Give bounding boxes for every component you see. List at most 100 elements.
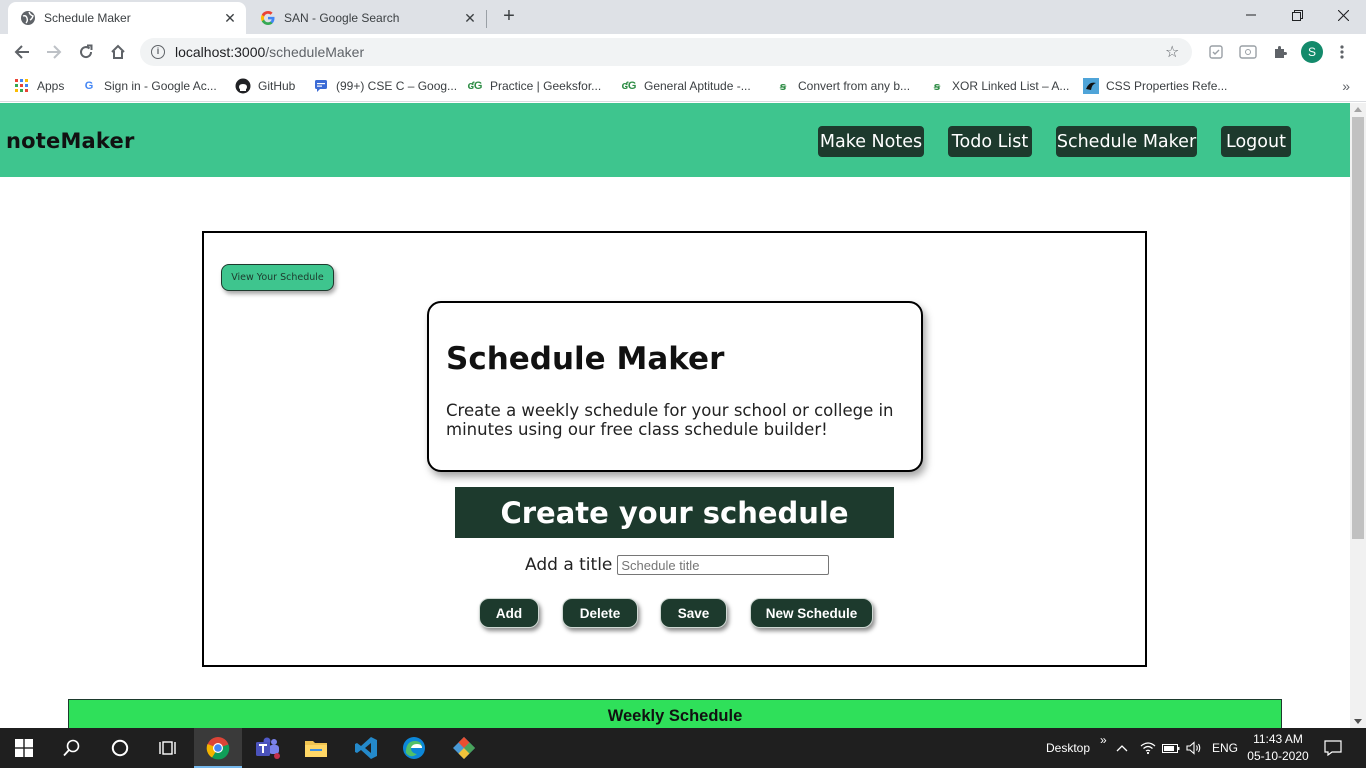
- desktop-more-icon[interactable]: »: [1100, 733, 1107, 747]
- profile-avatar[interactable]: S: [1301, 41, 1323, 63]
- url-host: localhost:3000: [175, 44, 266, 60]
- puzzle-extensions-icon[interactable]: [1270, 42, 1290, 62]
- search-button[interactable]: [48, 728, 96, 768]
- close-window-button[interactable]: [1320, 0, 1366, 30]
- google-icon: [260, 10, 276, 26]
- teams-icon: [256, 737, 280, 759]
- clock-time: 11:43 AM: [1253, 732, 1303, 746]
- volume-icon[interactable]: [1186, 728, 1202, 768]
- notifications-icon[interactable]: [1324, 728, 1342, 768]
- back-button[interactable]: [8, 38, 36, 66]
- url-path: /scheduleMaker: [265, 44, 365, 60]
- close-tab-icon[interactable]: ✕: [222, 10, 238, 26]
- forward-button[interactable]: [40, 38, 68, 66]
- geeksforgeeks-icon: ꞩ: [779, 80, 787, 93]
- tab-schedule-maker[interactable]: Schedule Maker ✕: [8, 2, 246, 34]
- battery-icon[interactable]: [1162, 728, 1180, 768]
- tab-title: Schedule Maker: [44, 11, 131, 25]
- bookmark-label: Convert from any b...: [798, 79, 911, 93]
- tab-google-search[interactable]: SAN - Google Search ✕: [248, 2, 486, 34]
- bookmark-geeksforgeeks-practice[interactable]: ʛG Practice | Geeksfor...: [467, 76, 601, 96]
- create-schedule-heading: Create your schedule: [455, 487, 894, 538]
- restore-icon: [1291, 9, 1303, 21]
- app-brand[interactable]: noteMaker: [6, 129, 135, 153]
- more-menu-icon[interactable]: [1332, 42, 1352, 62]
- windows-taskbar: Desktop » ENG 11:43 AM 05-10-2020: [0, 728, 1366, 768]
- vscode-icon: [355, 737, 377, 759]
- desktop-toolbar[interactable]: Desktop »: [1046, 728, 1107, 768]
- view-schedule-button[interactable]: View Your Schedule: [221, 264, 334, 291]
- scroll-up-icon[interactable]: [1354, 107, 1362, 112]
- bookmark-label: (99+) CSE C – Goog...: [336, 79, 458, 93]
- bookmark-github[interactable]: GitHub: [235, 76, 295, 96]
- chrome-taskbar-app[interactable]: [194, 728, 242, 768]
- site-info-icon[interactable]: i: [151, 45, 165, 59]
- new-schedule-button[interactable]: New Schedule: [750, 598, 873, 628]
- system-clock[interactable]: 11:43 AM 05-10-2020: [1246, 731, 1310, 765]
- nav-todo-list[interactable]: Todo List: [948, 126, 1032, 157]
- bookmark-xor-linked-list[interactable]: ꞩ XOR Linked List – A...: [929, 76, 1070, 96]
- wifi-icon[interactable]: [1140, 728, 1156, 768]
- windows-icon: [15, 739, 33, 757]
- extension-icon[interactable]: [1238, 42, 1258, 62]
- nav-make-notes[interactable]: Make Notes: [818, 126, 924, 157]
- add-button[interactable]: Add: [479, 598, 539, 628]
- page-viewport: noteMaker Make Notes Todo List Schedule …: [0, 103, 1350, 728]
- clock-date: 05-10-2020: [1247, 749, 1309, 763]
- chrome-icon: [206, 737, 230, 760]
- git-taskbar-app[interactable]: [440, 728, 488, 768]
- bookmark-convert-base[interactable]: ꞩ Convert from any b...: [775, 76, 910, 96]
- bookmark-general-aptitude[interactable]: ʛG General Aptitude -...: [621, 76, 751, 96]
- teams-taskbar-app[interactable]: [244, 728, 292, 768]
- bookmark-google-signin[interactable]: G Sign in - Google Ac...: [81, 76, 217, 96]
- vscode-taskbar-app[interactable]: [342, 728, 390, 768]
- bookmark-star-icon[interactable]: ☆: [1165, 42, 1183, 62]
- intro-box: Schedule Maker Create a weekly schedule …: [427, 301, 923, 472]
- tab-title: SAN - Google Search: [284, 11, 400, 25]
- nav-schedule-maker[interactable]: Schedule Maker: [1056, 126, 1197, 157]
- close-icon: [1337, 9, 1349, 21]
- tray-chevron-icon[interactable]: [1116, 728, 1128, 768]
- geeksforgeeks-icon: ʛG: [467, 80, 483, 92]
- restore-button[interactable]: [1274, 0, 1320, 30]
- save-button[interactable]: Save: [660, 598, 727, 628]
- schedule-maker-card: View Your Schedule Schedule Maker Create…: [202, 231, 1147, 667]
- schedule-title-input[interactable]: [617, 555, 830, 575]
- address-bar[interactable]: i localhost:3000/scheduleMaker ☆: [140, 38, 1192, 66]
- close-tab-icon[interactable]: ✕: [462, 10, 478, 26]
- new-tab-button[interactable]: +: [498, 6, 520, 28]
- nav-logout[interactable]: Logout: [1221, 126, 1291, 157]
- bookmark-label: Apps: [37, 79, 65, 93]
- weekly-schedule-header: Weekly Schedule: [68, 699, 1282, 728]
- minimize-button[interactable]: [1228, 0, 1274, 30]
- app-navbar: noteMaker Make Notes Todo List Schedule …: [0, 103, 1350, 177]
- bookmark-label: GitHub: [258, 79, 296, 93]
- bookmark-css-properties[interactable]: CSS Properties Refe...: [1083, 76, 1227, 96]
- browser-toolbar: i localhost:3000/scheduleMaker ☆ S: [0, 34, 1366, 70]
- start-button[interactable]: [0, 728, 48, 768]
- page-scrollbar[interactable]: [1350, 103, 1366, 728]
- reload-button[interactable]: [72, 38, 100, 66]
- search-icon: [63, 739, 80, 757]
- language-indicator[interactable]: ENG: [1212, 728, 1238, 768]
- browser-tab-strip: Schedule Maker ✕ SAN - Google Search ✕ +: [0, 0, 1366, 34]
- scroll-thumb[interactable]: [1352, 117, 1364, 539]
- globe-icon: [20, 10, 36, 26]
- task-view-button[interactable]: [144, 728, 192, 768]
- delete-button[interactable]: Delete: [562, 598, 638, 628]
- css-reference-icon: [1083, 78, 1099, 94]
- home-icon: [111, 44, 125, 59]
- file-explorer-taskbar-app[interactable]: [292, 728, 340, 768]
- bookmark-cse-chat[interactable]: (99+) CSE C – Goog...: [313, 76, 457, 96]
- bookmarks-overflow-button[interactable]: »: [1342, 78, 1350, 94]
- extension-icon[interactable]: [1206, 42, 1226, 62]
- edge-taskbar-app[interactable]: [390, 728, 438, 768]
- bookmark-label: General Aptitude -...: [644, 79, 751, 93]
- edge-icon: [403, 737, 425, 759]
- bookmark-apps[interactable]: Apps: [14, 76, 64, 96]
- bookmark-label: CSS Properties Refe...: [1106, 79, 1228, 93]
- cortana-button[interactable]: [96, 728, 144, 768]
- home-button[interactable]: [104, 38, 132, 66]
- scroll-down-icon[interactable]: [1354, 719, 1362, 724]
- back-arrow-icon: [14, 45, 29, 59]
